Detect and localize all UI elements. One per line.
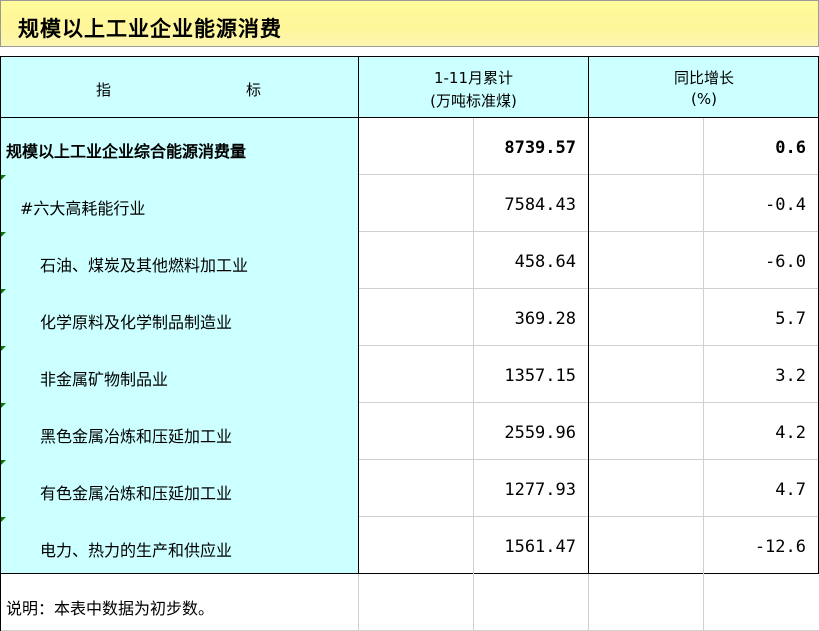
header-growth: 同比增长 [673, 69, 734, 87]
row-label-7: 电力、热力的生产和供应业 [40, 541, 233, 560]
row-value-7: 1561.47 [504, 537, 576, 557]
grid-line [358, 56, 359, 574]
row-value-6: 1277.93 [504, 480, 576, 500]
header-growth-unit: (%) [691, 90, 717, 108]
cell-indicator-icon [1, 403, 6, 408]
row-growth-2: -6.0 [765, 252, 806, 272]
page-title: 规模以上工业企业能源消费 [18, 17, 282, 41]
row-label-3: 化学原料及化学制品制造业 [40, 313, 233, 332]
cell-indicator-icon [1, 289, 6, 294]
grid-line [0, 56, 1, 631]
grid-line [473, 118, 474, 631]
cell-indicator-icon [1, 346, 6, 351]
row-label-4: 非金属矿物制品业 [40, 370, 169, 389]
cell-indicator-icon [1, 517, 6, 522]
cell-indicator-icon [1, 175, 6, 180]
row-growth-total: 0.6 [775, 138, 806, 158]
row-value-2: 458.64 [514, 252, 576, 272]
row-growth-3: 5.7 [775, 309, 806, 329]
table-note: 说明：本表中数据为初步数。 [6, 599, 215, 618]
row-label-5: 黑色金属冶炼和压延加工业 [40, 427, 233, 446]
row-value-5: 2559.96 [504, 423, 576, 443]
header-indicator-b: 标 [246, 81, 262, 99]
row-label-total: 规模以上工业企业综合能源消费量 [6, 142, 247, 161]
row-growth-5: 4.2 [775, 423, 806, 443]
cell-indicator-icon [1, 460, 6, 465]
header-cumulative-unit: (万吨标准煤) [430, 92, 517, 110]
grid-line [0, 46, 819, 47]
row-value-4: 1357.15 [504, 366, 576, 386]
row-growth-1: -0.4 [765, 195, 806, 215]
row-growth-7: -12.6 [754, 537, 806, 557]
cell-indicator-icon [1, 232, 6, 237]
grid-line [588, 574, 589, 631]
header-cumulative: 1-11月累计 [433, 69, 514, 87]
spreadsheet: 规模以上工业企业能源消费 指 标 1-11月累计 (万吨标准煤) 同比增长 (%… [0, 0, 819, 631]
grid-line [358, 574, 359, 631]
row-value-1: 7584.43 [504, 195, 576, 215]
label-column [0, 117, 358, 574]
header-indicator-a: 指 [96, 81, 112, 99]
grid-line [703, 118, 704, 631]
row-value-3: 369.28 [514, 309, 576, 329]
row-label-2: 石油、煤炭及其他燃料加工业 [40, 256, 249, 275]
grid-line [588, 56, 589, 574]
row-value-total: 8739.57 [504, 138, 576, 158]
grid-line [0, 117, 819, 118]
title-bar: 规模以上工业企业能源消费 [0, 0, 819, 46]
row-label-1: #六大高耗能行业 [20, 199, 146, 218]
row-growth-6: 4.7 [775, 480, 806, 500]
row-growth-4: 3.2 [775, 366, 806, 386]
grid-line [0, 573, 819, 574]
grid-line [0, 56, 819, 57]
row-label-6: 有色金属冶炼和压延加工业 [40, 484, 233, 503]
